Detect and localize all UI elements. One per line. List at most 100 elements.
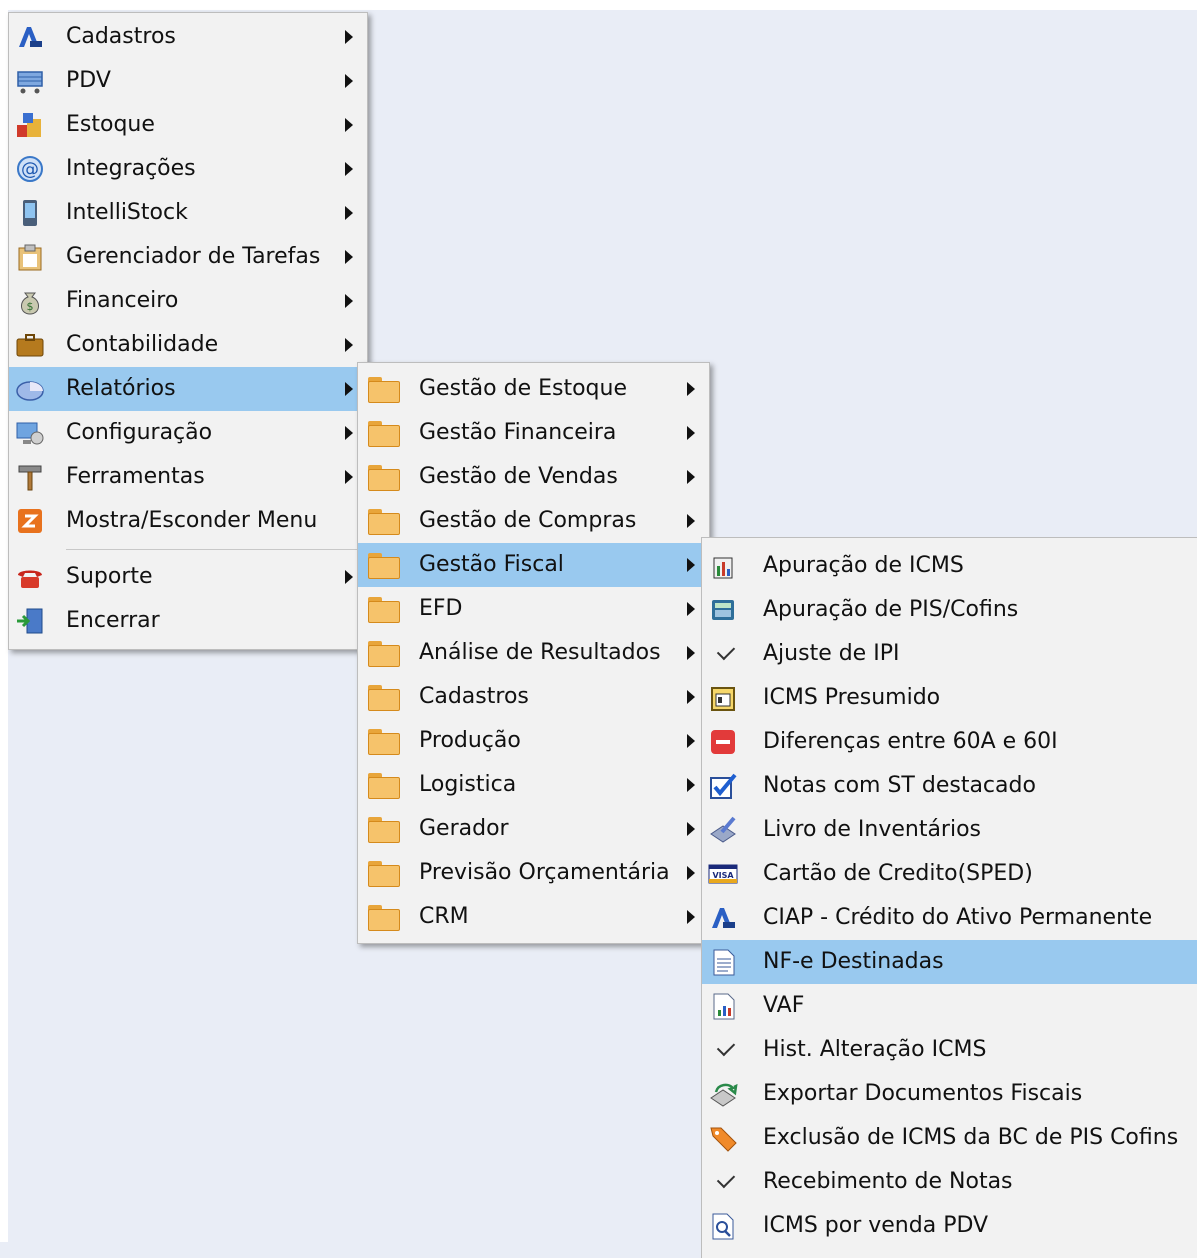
fiscal-item-apuracao-icms[interactable]: Apuração de ICMS — [702, 544, 1197, 588]
submenu-arrow-icon — [687, 470, 695, 484]
mobile-device-icon — [23, 200, 37, 226]
fiscal-item-diferencas-60a-60i[interactable]: Diferenças entre 60A e 60I — [702, 720, 1197, 764]
submenu-arrow-icon — [687, 822, 695, 836]
fiscal-item-ciap[interactable]: CIAP - Crédito do Ativo Permanente — [702, 896, 1197, 940]
checkmark-icon — [716, 1037, 736, 1057]
folder-icon — [368, 597, 400, 623]
fiscal-item-hist-alteracao-icms[interactable]: Hist. Alteração ICMS — [702, 1028, 1197, 1072]
menu-item-intellistock[interactable]: IntelliStock — [9, 191, 367, 235]
submenu-item-logistica[interactable]: Logistica — [358, 763, 709, 807]
fiscal-item-label: Ajuste de IPI — [763, 641, 900, 666]
menu-item-label: Gerenciador de Tarefas — [66, 244, 321, 269]
settings-computer-icon — [16, 422, 44, 445]
folder-icon — [368, 465, 400, 491]
menu-item-gerenciador-tarefas[interactable]: Gerenciador de Tarefas — [9, 235, 367, 279]
menu-item-mostra-esconder[interactable]: Mostra/Esconder Menu — [9, 499, 367, 543]
building-chart-icon — [713, 557, 733, 579]
fiscal-item-exclusao-icms-bc[interactable]: Exclusão de ICMS da BC de PIS Cofins — [702, 1116, 1197, 1160]
submenu-arrow-icon — [687, 866, 695, 880]
exit-door-icon — [17, 608, 43, 634]
tag-icon — [710, 1127, 737, 1152]
menu-item-ferramentas[interactable]: Ferramentas — [9, 455, 367, 499]
hammer-icon — [18, 465, 42, 491]
fiscal-item-label: Exportar Documentos Fiscais — [763, 1081, 1083, 1106]
submenu-arrow-icon — [345, 206, 353, 220]
folder-icon — [368, 421, 400, 447]
fiscal-item-label: Diferenças entre 60A e 60I — [763, 729, 1058, 754]
menu-item-label: Mostra/Esconder Menu — [66, 508, 318, 533]
visa-card-icon: VISA — [708, 864, 738, 884]
menu-item-contabilidade[interactable]: Contabilidade — [9, 323, 367, 367]
minus-red-icon — [711, 730, 735, 754]
telephone-icon — [18, 570, 42, 588]
fiscal-item-label: Apuração de ICMS — [763, 553, 964, 578]
submenu-item-gerador[interactable]: Gerador — [358, 807, 709, 851]
submenu-item-label: Gestão Financeira — [419, 420, 617, 445]
fiscal-item-label: CIAP - Crédito do Ativo Permanente — [763, 905, 1153, 930]
submenu-item-cadastros[interactable]: Cadastros — [358, 675, 709, 719]
fiscal-item-icms-venda-pdv[interactable]: ICMS por venda PDV — [702, 1204, 1197, 1248]
menu-item-label: Financeiro — [66, 288, 179, 313]
menu-separator — [66, 549, 361, 550]
pen-book-icon — [710, 816, 736, 843]
submenu-arrow-icon — [345, 570, 353, 584]
fiscal-item-notas-st-destacado[interactable]: Notas com ST destacado — [702, 764, 1197, 808]
export-arrow-icon — [710, 1083, 738, 1107]
menu-item-label: Encerrar — [66, 608, 160, 633]
fiscal-item-icms-presumido[interactable]: ICMS Presumido — [702, 676, 1197, 720]
submenu-arrow-icon — [687, 602, 695, 616]
menu-item-pdv[interactable]: PDV — [9, 59, 367, 103]
menu-item-suporte[interactable]: Suporte — [9, 555, 367, 599]
submenu-arrow-icon — [687, 690, 695, 704]
menu-item-financeiro[interactable]: $ Financeiro — [9, 279, 367, 323]
menu-item-encerrar[interactable]: Encerrar — [9, 599, 367, 643]
calculator-icon — [712, 600, 734, 620]
menu-item-label: Ferramentas — [66, 464, 205, 489]
submenu-item-previsao-orcamentaria[interactable]: Previsão Orçamentária — [358, 851, 709, 895]
submenu-item-gestao-fiscal[interactable]: Gestão Fiscal — [358, 543, 709, 587]
fiscal-item-livro-inventarios[interactable]: Livro de Inventários — [702, 808, 1197, 852]
submenu-arrow-icon — [345, 338, 353, 352]
submenu-item-gestao-vendas[interactable]: Gestão de Vendas — [358, 455, 709, 499]
submenu-arrow-icon — [687, 514, 695, 528]
submenu-item-producao[interactable]: Produção — [358, 719, 709, 763]
submenu-item-efd[interactable]: EFD — [358, 587, 709, 631]
fiscal-item-apuracao-pis-cofins[interactable]: Apuração de PIS/Cofins — [702, 588, 1197, 632]
submenu-arrow-icon — [687, 910, 695, 924]
menu-item-label: IntelliStock — [66, 200, 188, 225]
submenu-arrow-icon — [345, 74, 353, 88]
submenu-item-crm[interactable]: CRM — [358, 895, 709, 939]
menu-item-cadastros[interactable]: Cadastros — [9, 15, 367, 59]
menu-item-integracoes[interactable]: @ Integrações — [9, 147, 367, 191]
fiscal-item-label: Notas com ST destacado — [763, 773, 1036, 798]
submenu-item-label: Logistica — [419, 772, 517, 797]
menu-item-configuracao[interactable]: Configuração — [9, 411, 367, 455]
fiscal-item-cartao-credito-sped[interactable]: VISA Cartão de Credito(SPED) — [702, 852, 1197, 896]
submenu-arrow-icon — [345, 294, 353, 308]
folder-icon — [368, 685, 400, 711]
menu-item-estoque[interactable]: Estoque — [9, 103, 367, 147]
fiscal-item-label: ICMS Presumido — [763, 685, 941, 710]
fiscal-item-recebimento-notas[interactable]: Recebimento de Notas — [702, 1160, 1197, 1204]
submenu-arrow-icon — [687, 646, 695, 660]
folder-icon — [368, 773, 400, 799]
folder-icon — [368, 905, 400, 931]
submenu-arrow-icon — [345, 470, 353, 484]
fiscal-item-vaf[interactable]: VAF — [702, 984, 1197, 1028]
folder-icon — [368, 553, 400, 579]
submenu-item-label: CRM — [419, 904, 469, 929]
submenu-item-gestao-financeira[interactable]: Gestão Financeira — [358, 411, 709, 455]
fiscal-item-ajuste-ipi[interactable]: Ajuste de IPI — [702, 632, 1197, 676]
submenu-item-gestao-estoque[interactable]: Gestão de Estoque — [358, 367, 709, 411]
fiscal-item-label: VAF — [763, 993, 805, 1018]
menu-item-relatorios[interactable]: Relatórios — [9, 367, 367, 411]
document-lines-icon — [713, 949, 735, 976]
fiscal-item-nfe-destinadas[interactable]: NF-e Destinadas — [702, 940, 1197, 984]
fiscal-item-exportar-documentos[interactable]: Exportar Documentos Fiscais — [702, 1072, 1197, 1116]
submenu-arrow-icon — [345, 118, 353, 132]
menu-item-label: PDV — [66, 68, 111, 93]
submenu-item-analise-resultados[interactable]: Análise de Resultados — [358, 631, 709, 675]
folder-icon — [368, 509, 400, 535]
menu-item-label: Cadastros — [66, 24, 176, 49]
submenu-item-gestao-compras[interactable]: Gestão de Compras — [358, 499, 709, 543]
